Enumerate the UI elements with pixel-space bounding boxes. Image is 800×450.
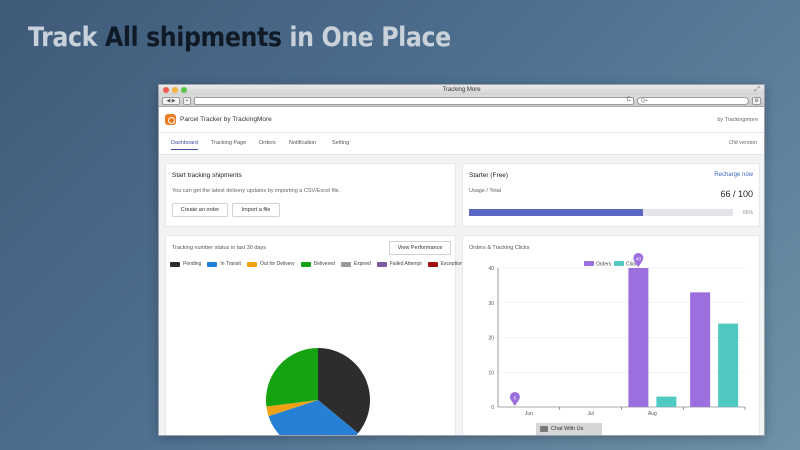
y-tick-label: 40 [488, 266, 494, 272]
plan-card: Starter (Free) Recharge now Usage / Tota… [462, 163, 760, 227]
app-author: by Trackingmore [717, 116, 758, 123]
create-order-button[interactable]: Create an order [172, 203, 228, 217]
headline-part-3: in One Place [281, 22, 451, 53]
old-version-link[interactable]: Old version [729, 140, 757, 146]
browser-window: Tracking More ⤢ ◀ ▶ + C Q+ ⚙ Parcel Trac… [158, 84, 765, 436]
plan-title: Starter (Free) [469, 172, 509, 179]
tab-tracking-page[interactable]: Tracking Page [211, 140, 246, 146]
status-card-title: Tracking number status in last 30 days [172, 245, 266, 251]
app-header: Parcel Tracker by TrackingMore by Tracki… [159, 107, 764, 133]
settings-gear-icon[interactable]: ⚙ [752, 96, 761, 105]
nav-tabs: Dashboard Tracking Page Orders Notificat… [159, 133, 764, 155]
bar-orders-extra[interactable] [690, 292, 711, 407]
usage-progress-fill [469, 209, 644, 216]
chat-with-us-button[interactable]: Chat With Us [536, 423, 602, 435]
tab-orders[interactable]: Orders [259, 140, 276, 146]
status-pie-chart [266, 348, 370, 435]
start-tracking-title: Start tracking shipments [172, 172, 242, 179]
app-name: Parcel Tracker by TrackingMore [180, 116, 272, 123]
y-tick-label: 20 [488, 336, 494, 342]
back-forward-button[interactable]: ◀ ▶ [162, 96, 180, 105]
headline-part-2: All shipments [104, 22, 282, 53]
usage-label: Usage / Total [469, 188, 502, 194]
orders-clicks-title: Orders & Tracking Clicks [469, 245, 530, 251]
value-marker-pin: 0 [509, 392, 520, 406]
browser-search-field[interactable]: Q+ [637, 96, 749, 105]
view-performance-button[interactable]: View Performance [389, 241, 451, 255]
tab-setting[interactable]: Setting [332, 140, 349, 146]
close-window-icon[interactable] [163, 87, 169, 93]
import-file-button[interactable]: Import a file [232, 203, 280, 217]
tab-dashboard[interactable]: Dashboard [171, 140, 198, 150]
parcel-logo-icon [165, 114, 176, 125]
minimize-window-icon[interactable] [172, 87, 178, 93]
y-tick-label: 30 [488, 301, 494, 307]
recharge-link[interactable]: Recharge now [714, 172, 753, 178]
headline-part-1: Track [28, 22, 105, 53]
bar-legend: Orders Clicks [584, 261, 640, 268]
tab-notification[interactable]: Notification [289, 140, 316, 146]
usage-percent: 66% [742, 210, 753, 216]
headline: Track All shipments in One Place [28, 22, 451, 53]
window-controls [163, 87, 187, 93]
bar-clicks-extra[interactable] [718, 323, 739, 407]
chat-label: Chat With Us [551, 426, 584, 432]
address-bar[interactable]: C [194, 96, 634, 105]
start-tracking-card: Start tracking shipments You can get the… [165, 163, 456, 227]
bar-orders-aug[interactable] [628, 268, 649, 407]
maximize-window-icon[interactable] [181, 87, 187, 93]
y-tick-label: 0 [491, 405, 494, 411]
bar-legend-label[interactable]: Orders [596, 262, 612, 268]
pie-slice-delivered[interactable] [266, 348, 318, 407]
reload-icon[interactable]: C [627, 97, 631, 103]
x-tick-label: Aug [648, 411, 657, 417]
bar-legend-swatch [614, 261, 624, 266]
browser-toolbar: ◀ ▶ + C Q+ ⚙ [159, 95, 764, 107]
status-card: Tracking number status in last 30 days V… [165, 235, 463, 435]
orders-clicks-card: Orders & Tracking Clicks Orders Clicks 0 10… [462, 235, 760, 435]
fullscreen-icon[interactable]: ⤢ [754, 85, 760, 95]
usage-value: 66 / 100 [720, 189, 753, 199]
bar-clicks-aug[interactable] [656, 396, 677, 407]
new-tab-button[interactable]: + [183, 96, 191, 105]
window-title: Tracking More [442, 87, 481, 93]
bar-legend-swatch [584, 261, 594, 266]
chat-bubble-icon [540, 426, 548, 432]
x-tick-label: Jun [525, 411, 533, 417]
start-tracking-subtitle: You can get the latest delivery updates … [172, 188, 341, 194]
y-tick-label: 10 [488, 370, 494, 376]
x-tick-label: Jul [587, 411, 593, 417]
window-titlebar: Tracking More ⤢ [159, 85, 764, 95]
usage-progress-bar [469, 209, 733, 216]
orders-clicks-bar-chart: Orders Clicks 0 10 20 30 40 Jun Jul Aug 0 40 [488, 253, 746, 417]
marker-label: 40 [636, 257, 642, 262]
